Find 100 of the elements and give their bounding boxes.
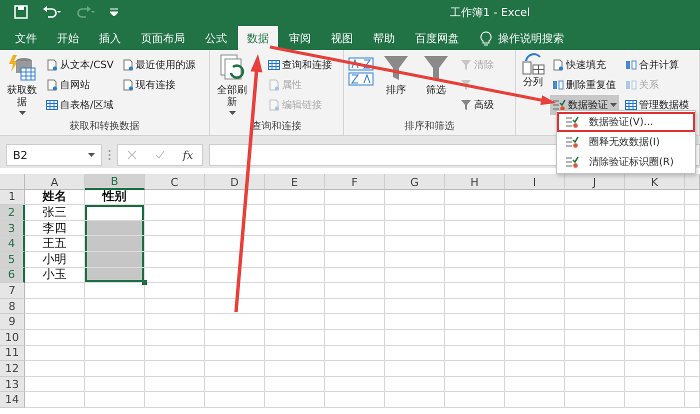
grid-cell — [565, 283, 625, 299]
row-header[interactable]: 12 — [0, 361, 25, 377]
grid-cell — [265, 205, 325, 221]
row-header[interactable]: 5 — [0, 252, 25, 268]
grid-cell — [505, 252, 565, 268]
grid-cell — [505, 392, 565, 408]
ribbon-button[interactable]: 全部刷新 — [214, 53, 250, 119]
grid-cell — [505, 220, 565, 236]
row-header[interactable]: 13 — [0, 376, 25, 392]
ribbon-button[interactable]: 高级 — [458, 95, 496, 115]
row-header[interactable]: 7 — [0, 283, 25, 299]
menu-item[interactable]: 圈释无效数据(I) — [557, 132, 695, 152]
grid-cell — [625, 236, 685, 252]
ribbon-tab[interactable]: 文件 — [6, 26, 46, 50]
group-label: 获取和转换数据 — [68, 120, 140, 133]
grid-cell — [205, 283, 265, 299]
ribbon-button[interactable]: 获取数据 — [4, 53, 40, 119]
row-header[interactable]: 1 — [0, 190, 25, 206]
grid-cell — [505, 205, 565, 221]
grid-cell — [625, 298, 685, 314]
ribbon-button[interactable]: 快速填充 — [550, 55, 619, 75]
ribbon-button[interactable]: 最近使用的源 — [120, 55, 198, 75]
row-header[interactable]: 2 — [0, 205, 25, 221]
ribbon-button[interactable]: 筛选 — [418, 53, 454, 119]
ribbon-button[interactable]: 自表格/区域 — [44, 95, 116, 115]
grid-cell — [145, 283, 205, 299]
column-header[interactable]: J — [565, 174, 625, 190]
grid-cell — [565, 236, 625, 252]
row-header[interactable]: 6 — [0, 268, 25, 284]
row-header[interactable]: 4 — [0, 236, 25, 252]
row-header[interactable]: 9 — [0, 314, 25, 330]
ribbon-button[interactable]: 删除重复值 — [550, 75, 619, 95]
grid-cell — [325, 236, 385, 252]
grid-cell — [565, 190, 625, 206]
column-header[interactable]: K — [625, 174, 685, 190]
table-icon — [268, 59, 280, 71]
grid-cell — [85, 330, 145, 346]
ribbon-button[interactable]: 从文本/CSV — [44, 55, 116, 75]
grid-cell — [385, 346, 445, 362]
document-icon — [268, 99, 280, 111]
insert-function-button[interactable]: fx — [182, 148, 194, 162]
grid-cell — [685, 330, 700, 346]
ribbon-tab[interactable]: 数据 — [238, 26, 278, 50]
grid-cell — [505, 236, 565, 252]
ribbon-tab[interactable]: 百度网盘 — [406, 26, 468, 50]
ribbon-button[interactable]: 自网站 — [44, 75, 116, 95]
grid-cell — [625, 361, 685, 377]
ribbon-tab[interactable]: 审阅 — [280, 26, 320, 50]
row-header[interactable]: 10 — [0, 330, 25, 346]
grid-cell — [265, 376, 325, 392]
ribbon-button[interactable]: 排序 — [378, 53, 414, 119]
row-header[interactable]: 3 — [0, 220, 25, 236]
ribbon-button[interactable]: 管理数据模 — [623, 95, 691, 115]
grid-cell — [565, 361, 625, 377]
column-header[interactable]: I — [505, 174, 565, 190]
grid-cell — [685, 392, 700, 408]
grid-cell — [325, 361, 385, 377]
column-header[interactable]: H — [445, 174, 505, 190]
row-header[interactable]: 11 — [0, 346, 25, 362]
ribbon-button[interactable]: 分列 — [520, 53, 546, 133]
column-header[interactable]: G — [385, 174, 445, 190]
column-header[interactable]: E — [265, 174, 325, 190]
grid-cell — [385, 330, 445, 346]
grid-cell — [265, 252, 325, 268]
menu-item[interactable]: 清除验证标识圈(R) — [557, 152, 695, 172]
tell-me-search[interactable]: 操作说明搜索 — [470, 26, 564, 50]
ribbon-tab[interactable]: 开始 — [48, 26, 88, 50]
grid-cell — [265, 330, 325, 346]
ribbon-tab[interactable]: 视图 — [322, 26, 362, 50]
ribbon-tab[interactable]: 页面布局 — [132, 26, 194, 50]
grid-cell — [445, 236, 505, 252]
fill-handle[interactable] — [142, 280, 147, 286]
menu-item[interactable]: 数据验证(V)... — [557, 112, 695, 132]
grid-cell — [505, 330, 565, 346]
column-header[interactable]: C — [145, 174, 205, 190]
row-header[interactable]: 8 — [0, 298, 25, 314]
ribbon-button[interactable]: 查询和连接 — [266, 55, 334, 75]
ribbon-button[interactable]: 合并计算 — [623, 55, 691, 75]
grid-cell — [565, 376, 625, 392]
grid-cell — [565, 205, 625, 221]
grid-cell — [625, 346, 685, 362]
ribbon-button[interactable]: 现有连接 — [120, 75, 198, 95]
grid-cell — [505, 298, 565, 314]
grid-cell — [265, 220, 325, 236]
column-header[interactable]: D — [205, 174, 265, 190]
save-icon — [14, 5, 28, 19]
grid-cell — [145, 346, 205, 362]
grid-cell — [205, 236, 265, 252]
column-header[interactable]: A — [25, 174, 85, 190]
column-header[interactable]: F — [325, 174, 385, 190]
drag-handle-icon — [108, 149, 111, 161]
row-header[interactable]: 14 — [0, 392, 25, 408]
grid-cell — [85, 346, 145, 362]
column-header[interactable]: B — [85, 174, 145, 190]
ribbon-tab[interactable]: 插入 — [90, 26, 130, 50]
ribbon-tab[interactable]: 帮助 — [364, 26, 404, 50]
grid-cell — [685, 346, 700, 362]
name-box[interactable]: B2 — [6, 144, 102, 166]
ribbon-tab[interactable]: 公式 — [196, 26, 236, 50]
grid-cell — [145, 361, 205, 377]
